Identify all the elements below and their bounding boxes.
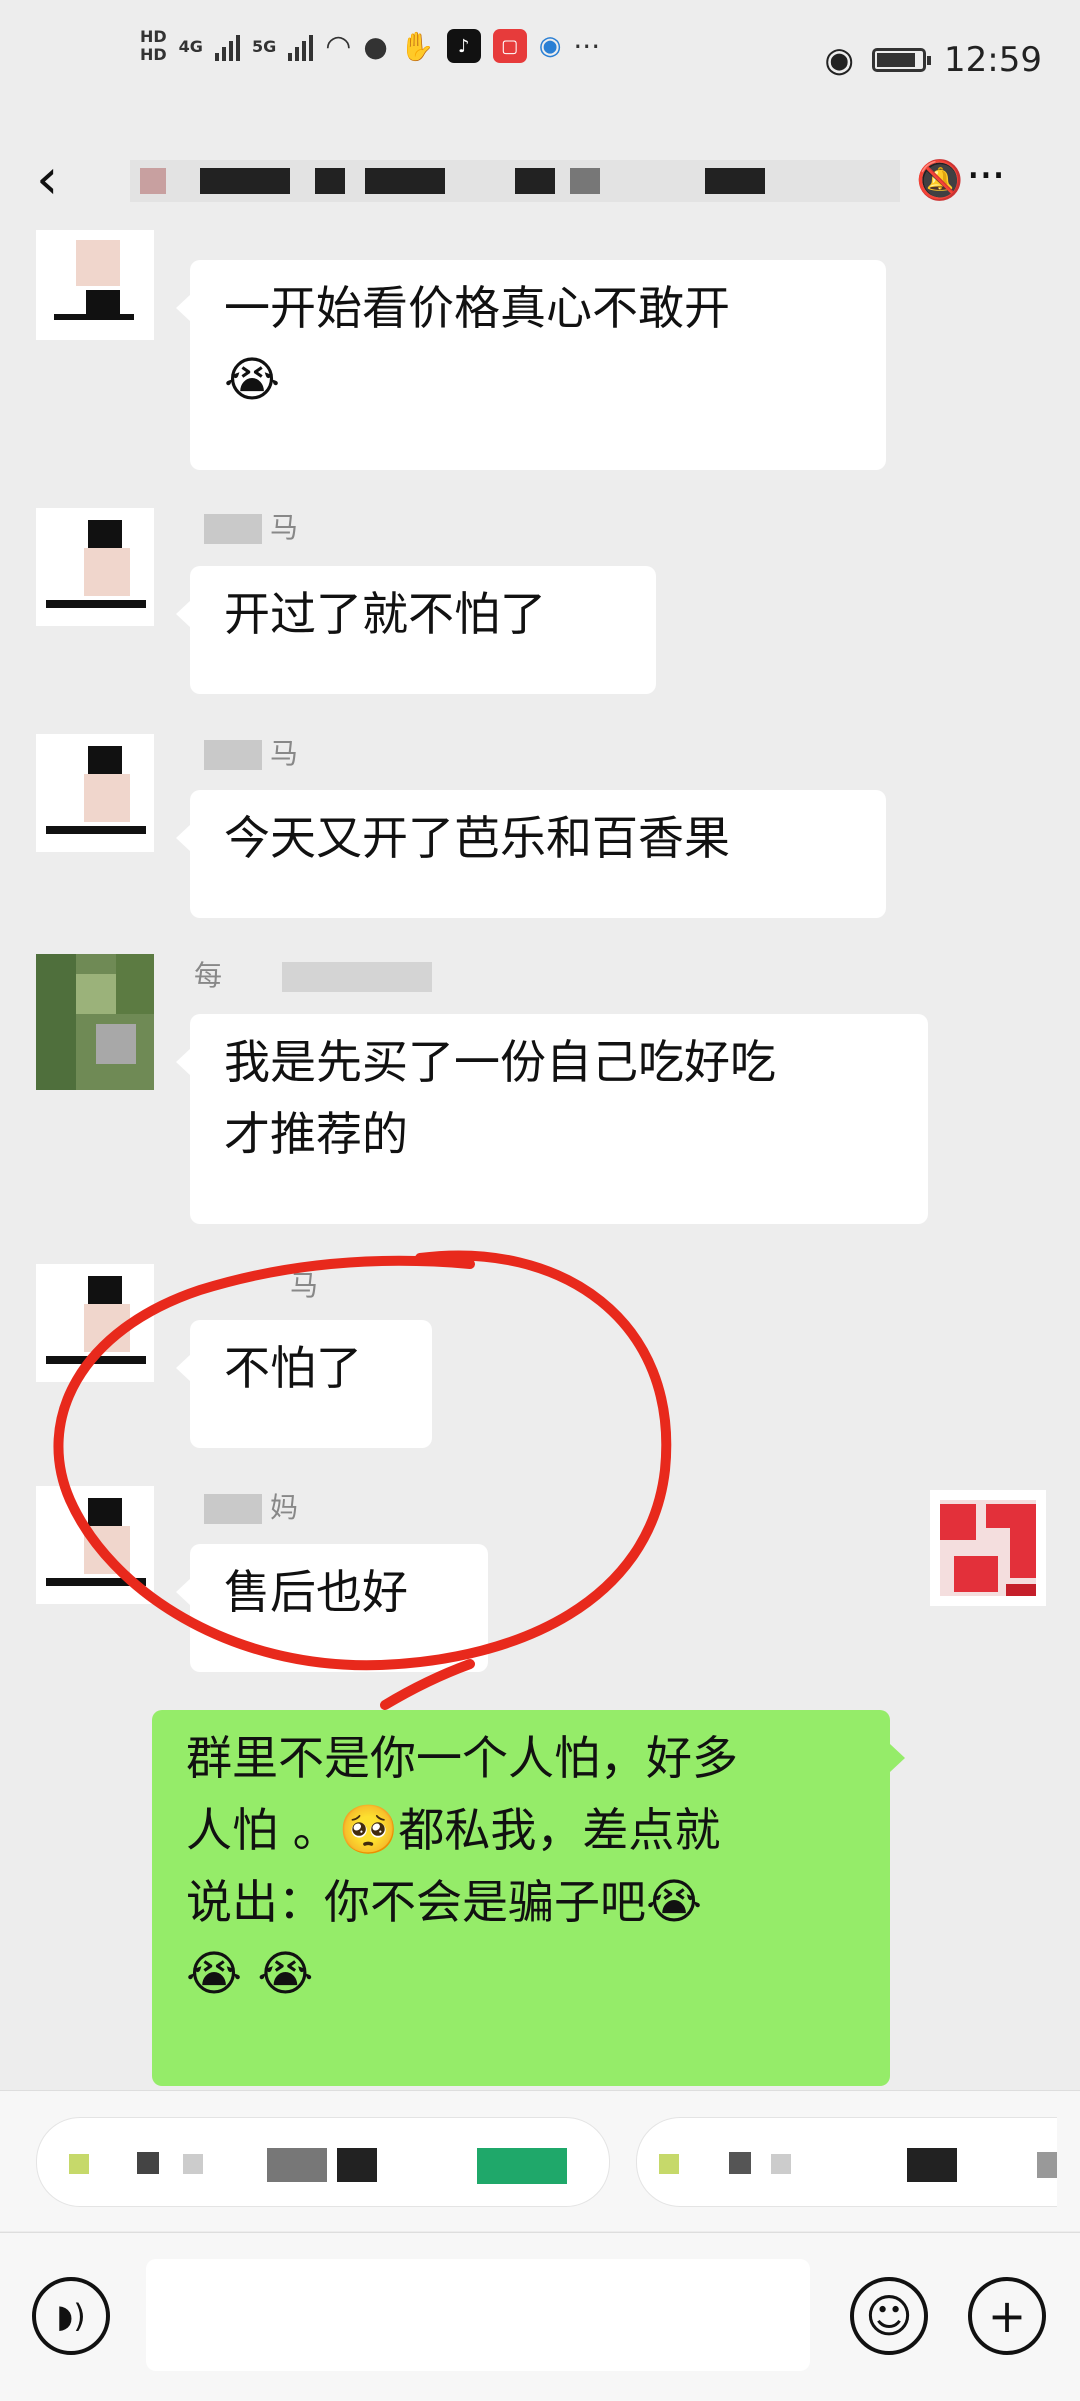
message-text: 售后也好 <box>224 1565 408 1619</box>
clock: 12:59 <box>944 40 1042 80</box>
message-text: 今天又开了芭乐和百香果 <box>224 811 730 865</box>
sender-name: 马 <box>204 736 298 772</box>
avatar[interactable] <box>36 1486 154 1604</box>
hand-icon: ✋ <box>399 29 435 63</box>
avatar[interactable] <box>36 230 154 340</box>
message-bubble-1[interactable]: 一开始看价格真心不敢开 😭 <box>176 260 886 470</box>
battery-fill <box>877 53 916 67</box>
browser-icon: ◉ <box>538 31 562 61</box>
overflow-label: ··· <box>573 29 601 63</box>
sender-name: 马 <box>204 510 298 546</box>
hd-indicator: HD HD <box>140 28 167 64</box>
sender-name: 马 <box>290 1269 319 1302</box>
smile-icon[interactable]: ☺ <box>850 2277 928 2355</box>
message-text-line-1: 群里不是你一个人怕，好多 <box>186 1731 738 1785</box>
plus-button[interactable]: + <box>968 2277 1046 2355</box>
status-left: HD HD 4G 5G ◠ ● ✋ ♪ ▢ ◉ ··· <box>140 28 600 64</box>
message-text-line-3: 说出：你不会是骗子吧😭 <box>186 1874 703 1930</box>
message-text-line-1: 我是先买了一份自己吃好吃 <box>224 1035 776 1089</box>
eye-icon: ◉ <box>824 40 855 80</box>
voice-icon[interactable]: ◗) <box>32 2277 110 2355</box>
message-text-line-2: 人怕 。🥺都私我，差点就 <box>186 1802 721 1858</box>
chat-header: ‹ 🔕 ··· <box>0 130 1080 230</box>
status-right: ◉ 12:59 <box>824 40 1042 80</box>
avatar[interactable] <box>36 954 154 1090</box>
network-5g-label: 5G <box>251 36 277 56</box>
my-message-bubble[interactable]: 群里不是你一个人怕，好多 人怕 。🥺都私我，差点就 说出：你不会是骗子吧😭 😭 … <box>152 1710 905 2086</box>
signal-icon-2 <box>288 31 314 61</box>
crying-emoji-icons: 😭 😭 <box>186 1946 314 2002</box>
message-text: 不怕了 <box>224 1341 362 1395</box>
message-bubble-5[interactable]: 不怕了 <box>176 1320 432 1448</box>
quick-reply-chip-2[interactable] <box>636 2117 1057 2207</box>
hd-bottom-label: HD <box>140 45 167 64</box>
message-bubble-3[interactable]: 今天又开了芭乐和百香果 <box>176 790 886 918</box>
avatar[interactable] <box>36 508 154 626</box>
signal-icon <box>214 31 240 61</box>
quick-reply-chip-1[interactable] <box>36 2117 610 2207</box>
input-bar: ◗) ☺ + <box>0 2232 1080 2401</box>
message-bubble-4[interactable]: 我是先买了一份自己吃好吃 才推荐的 <box>176 1014 928 1224</box>
message-bubble-2[interactable]: 开过了就不怕了 <box>176 566 656 694</box>
chevron-left-icon[interactable]: ‹ <box>36 152 58 208</box>
emoji-icon: 😭 <box>224 352 281 408</box>
quick-reply-bar <box>0 2090 1080 2231</box>
message-text-line-2: 才推荐的 <box>224 1107 408 1161</box>
message-text: 开过了就不怕了 <box>224 587 546 641</box>
message-text: 一开始看价格真心不敢开 <box>224 281 730 335</box>
crying-emoji-icon: 😭 <box>646 1874 703 1930</box>
battery-icon <box>872 48 932 72</box>
red-app-icon: ▢ <box>492 29 527 63</box>
sender-name: 妈 <box>204 1490 298 1526</box>
message-list[interactable]: 一开始看价格真心不敢开 😭 马 开过了就不怕了 马 今天又开了芭乐和百香果 每 … <box>0 230 1080 2090</box>
sender-name: 每 <box>194 958 440 994</box>
tiktok-icon: ♪ <box>446 29 481 63</box>
avatar[interactable] <box>36 734 154 852</box>
more-button[interactable]: ··· <box>966 148 1006 202</box>
message-bubble-6[interactable]: 售后也好 <box>176 1544 488 1672</box>
avatar[interactable] <box>36 1264 154 1382</box>
hd-top-label: HD <box>140 27 167 46</box>
status-bar: HD HD 4G 5G ◠ ● ✋ ♪ ▢ ◉ ··· ◉ 12:59 <box>0 0 1080 130</box>
wechat-icon: ● <box>363 29 388 63</box>
message-input[interactable] <box>146 2259 810 2371</box>
wifi-icon: ◠ <box>325 28 352 64</box>
chat-title-redacted <box>130 160 900 202</box>
my-avatar[interactable] <box>930 1490 1046 1606</box>
pleading-emoji-icon: 🥺 <box>338 1802 399 1858</box>
network-4g-label: 4G <box>178 36 203 56</box>
bell-off-icon: 🔕 <box>916 158 964 202</box>
